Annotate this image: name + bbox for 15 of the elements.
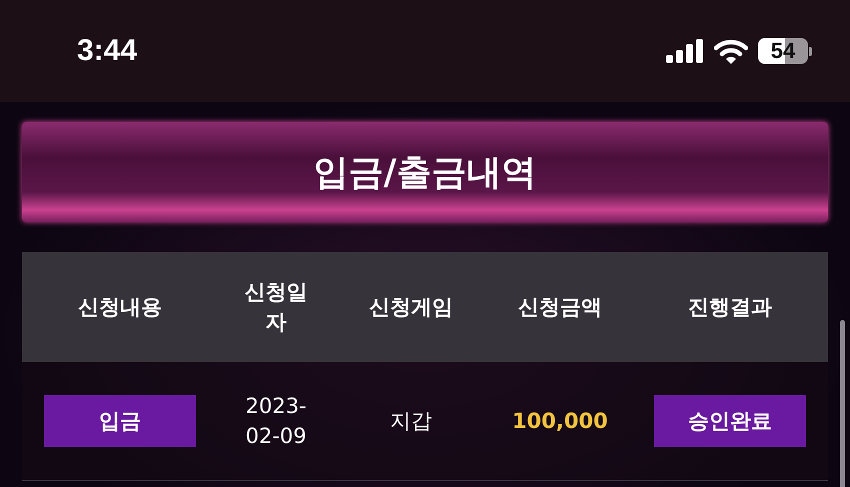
status-button[interactable]: 승인완료 — [654, 395, 806, 447]
date-cell-text: 2023-02-09 — [244, 392, 308, 450]
column-header: 신청내용 — [78, 294, 162, 321]
game-cell-text: 지갑 — [390, 408, 432, 435]
signal-icon — [666, 39, 704, 63]
request-type-button[interactable]: 입금 — [44, 395, 196, 447]
battery-icon: 54 — [758, 38, 808, 64]
amount-cell-text: 100,000 — [512, 408, 608, 435]
column-header: 신청금액 — [518, 294, 602, 321]
clock-time: 3:44 — [77, 34, 138, 68]
column-header: 신청게임 — [369, 294, 453, 321]
wifi-icon — [714, 38, 748, 64]
page-title: 입금/출금내역 — [314, 152, 536, 194]
column-header: 신청일자 — [244, 278, 308, 336]
column-header: 진행결과 — [688, 294, 772, 321]
